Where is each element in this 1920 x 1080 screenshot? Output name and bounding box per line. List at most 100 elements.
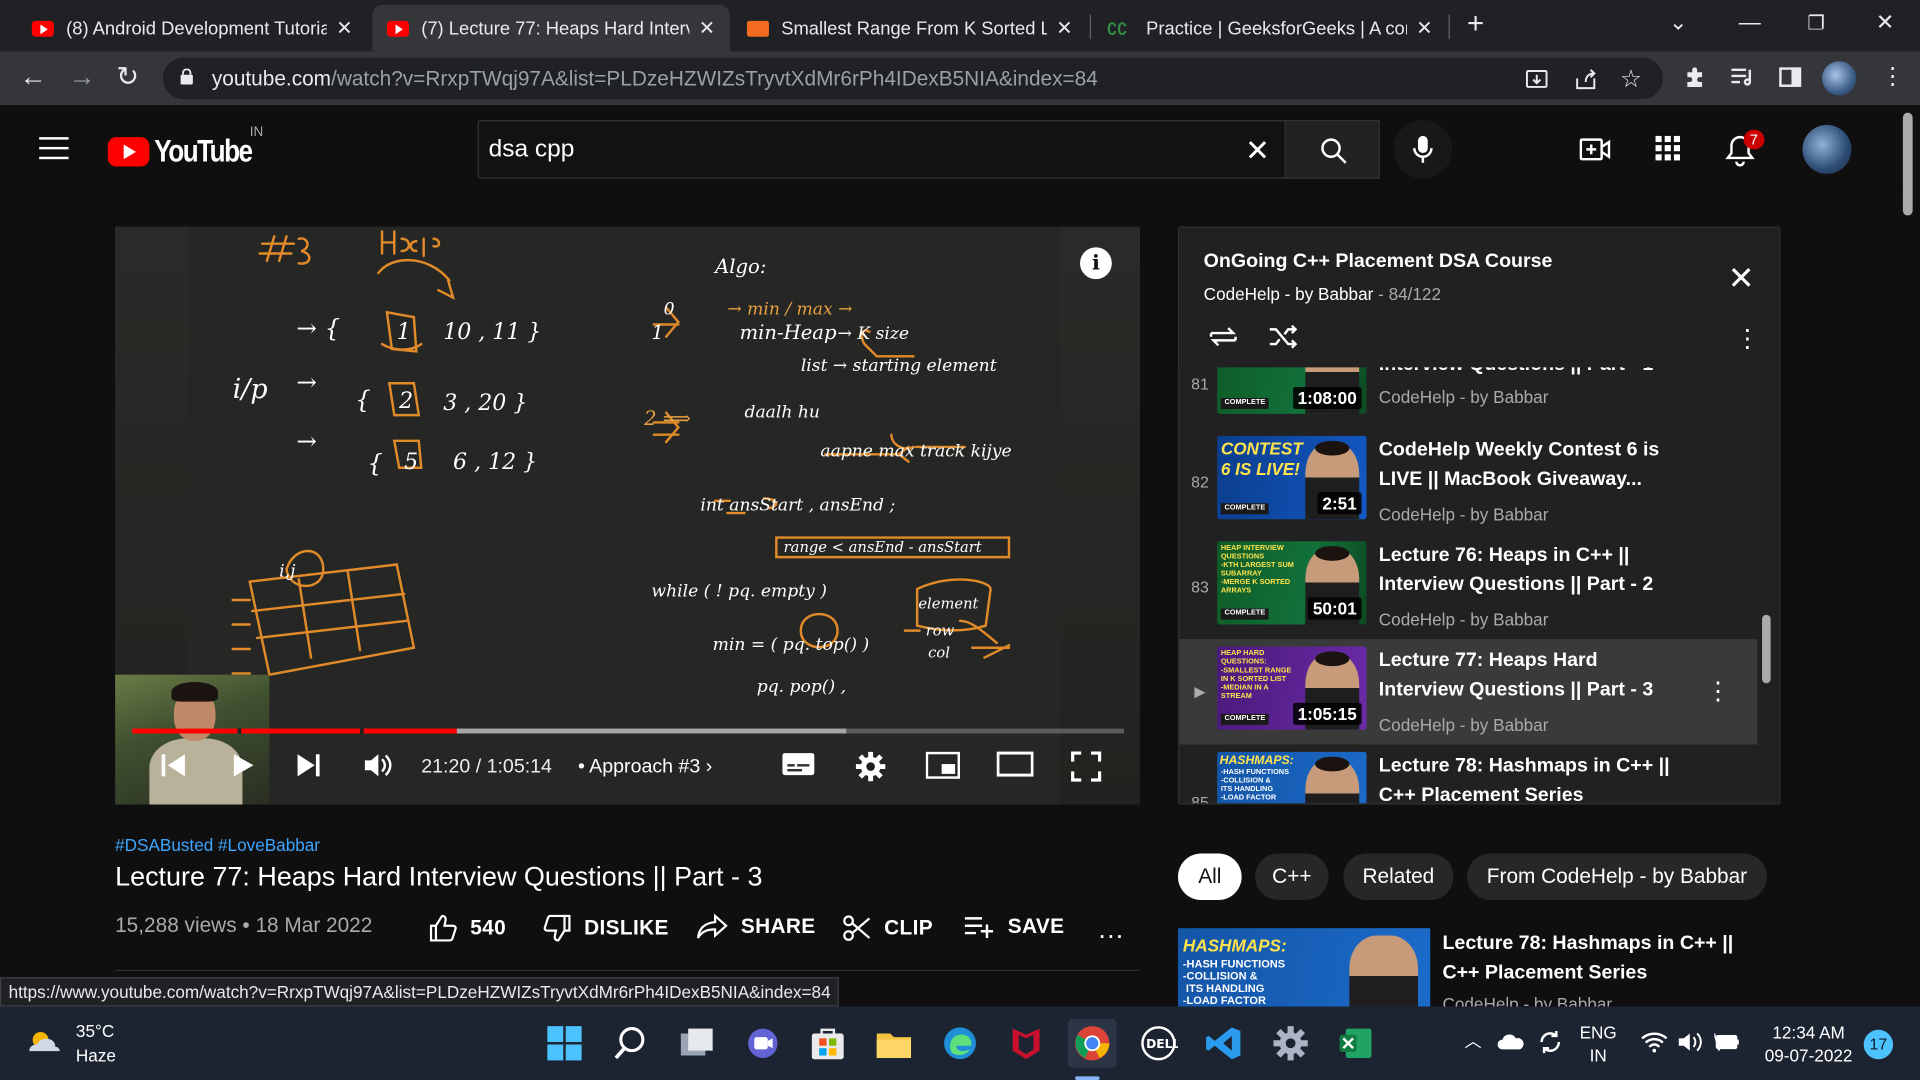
task-view-icon[interactable]	[677, 1024, 716, 1063]
close-icon[interactable]: ✕	[1056, 16, 1072, 40]
restore-icon[interactable]: ❐	[1807, 11, 1825, 35]
loop-icon[interactable]	[1206, 323, 1240, 350]
close-icon[interactable]: ✕	[1416, 16, 1432, 40]
share-page-icon[interactable]	[1573, 67, 1597, 91]
close-icon[interactable]: ✕	[699, 16, 715, 40]
video-player[interactable]: → { 10 , 11 } i/p → { 3 , 20 } → { 6 , 1…	[115, 226, 1141, 805]
side-panel-icon[interactable]	[1778, 65, 1802, 89]
reload-icon[interactable]: ↻	[116, 63, 139, 91]
svg-text:daalh hu: daalh hu	[744, 403, 819, 423]
youtube-logo[interactable]: YouTube IN	[107, 125, 273, 170]
volume-tray-icon[interactable]	[1678, 1031, 1705, 1053]
chip-related[interactable]: Related	[1343, 853, 1454, 901]
playlist-scrollbar[interactable]	[1762, 614, 1771, 684]
share-button[interactable]: SHARE	[696, 913, 816, 940]
svg-text:pq. pop() ,: pq. pop() ,	[757, 677, 846, 697]
playlist-item[interactable]: 85 HASHMAPS: -HASH FUNCTIONS -COLLISION &…	[1179, 744, 1757, 804]
file-explorer-icon[interactable]	[874, 1024, 913, 1063]
edge-browser-icon[interactable]	[940, 1024, 979, 1063]
tab-search-icon[interactable]: ⌄	[1669, 10, 1687, 36]
more-options-icon[interactable]: ⋮	[1735, 323, 1759, 354]
previous-icon[interactable]	[159, 751, 188, 780]
playlist-item-current[interactable]: ▶ HEAP HARD QUESTIONS: -SMALLEST RANGE IN …	[1179, 639, 1758, 745]
playlist-item[interactable]: 82 CONTEST 6 IS LIVE! COMPLETE 2:51 Code…	[1179, 429, 1757, 534]
address-bar[interactable]: youtube.com/watch?v=RrxpTWqj97A&list=PLD…	[162, 57, 1663, 100]
browser-tab[interactable]: ∁∁ Practice | GeeksforGeeks | A comp ✕	[1092, 5, 1447, 52]
item-more-icon[interactable]: ⋮	[1706, 676, 1730, 707]
shuffle-icon[interactable]	[1267, 323, 1299, 350]
play-icon[interactable]	[228, 751, 257, 780]
like-button[interactable]: 540	[429, 913, 506, 942]
browser-tab[interactable]: (8) Android Development Tutoria ✕	[17, 5, 367, 52]
profile-avatar[interactable]	[1822, 61, 1857, 96]
extensions-icon[interactable]	[1682, 65, 1706, 89]
hashtags[interactable]: #DSABusted #LoveBabbar	[115, 835, 320, 855]
excel-icon[interactable]	[1336, 1024, 1375, 1063]
window-close-icon[interactable]: ✕	[1876, 10, 1894, 36]
subtitles-icon[interactable]	[781, 751, 815, 778]
sync-icon[interactable]	[1537, 1029, 1564, 1056]
media-control-icon[interactable]	[1729, 65, 1756, 89]
forward-icon[interactable]: →	[69, 63, 96, 91]
install-icon[interactable]	[1525, 67, 1549, 91]
playlist-channel[interactable]: CodeHelp - by Babbar	[1204, 284, 1374, 304]
notification-center-badge[interactable]: 17	[1863, 1029, 1894, 1060]
clear-search-icon[interactable]: ✕	[1245, 133, 1270, 169]
bookmark-star-icon[interactable]: ☆	[1620, 64, 1642, 95]
close-icon[interactable]: ✕	[336, 16, 352, 40]
clip-button[interactable]: CLIP	[842, 913, 933, 942]
dislike-button[interactable]: DISLIKE	[542, 913, 668, 942]
browser-menu-icon[interactable]: ⋮	[1881, 64, 1904, 89]
back-icon[interactable]: ←	[20, 63, 47, 91]
microsoft-store-icon[interactable]	[808, 1024, 847, 1063]
chip-from-channel[interactable]: From CodeHelp - by Babbar	[1466, 853, 1767, 901]
playlist-item[interactable]: 83 HEAP INTERVIEW QUESTIONS -KTH LARGEST …	[1179, 534, 1757, 639]
chrome-taskbar-button[interactable]	[1067, 1018, 1117, 1080]
related-video-title[interactable]: Lecture 78: Hashmaps in C++ || C++ Place…	[1442, 929, 1760, 988]
fullscreen-icon[interactable]	[1070, 751, 1102, 783]
chip-all[interactable]: All	[1177, 853, 1242, 901]
show-hidden-icons[interactable]: ︿	[1465, 1029, 1482, 1053]
search-input[interactable]: dsa cpp	[489, 136, 575, 164]
search-box[interactable]: dsa cpp ✕	[477, 120, 1286, 179]
onedrive-icon[interactable]	[1497, 1033, 1525, 1050]
browser-tab-active[interactable]: (7) Lecture 77: Heaps Hard Interv ✕	[372, 4, 730, 52]
teams-chat-icon[interactable]	[743, 1024, 782, 1063]
chapter-title[interactable]: • Approach #3 ›	[578, 757, 712, 779]
dell-icon[interactable]: DELL	[1139, 1024, 1178, 1063]
voice-search-button[interactable]	[1393, 120, 1453, 179]
wifi-icon[interactable]	[1641, 1031, 1668, 1053]
weather-widget[interactable]: 35°C Haze	[24, 1019, 116, 1068]
theater-mode-icon[interactable]	[996, 751, 1034, 778]
minimize-icon[interactable]: —	[1739, 10, 1761, 36]
language-indicator[interactable]: ENG IN	[1580, 1021, 1617, 1068]
progress-bar[interactable]	[132, 728, 1125, 734]
settings-icon[interactable]	[1271, 1024, 1310, 1063]
volume-icon[interactable]	[362, 751, 394, 780]
apps-grid-icon[interactable]	[1654, 135, 1681, 162]
video-thumbnail: HEAP HARD QUESTIONS: -SMALLEST RANGE IN K …	[1217, 646, 1367, 730]
info-icon[interactable]: i	[1080, 247, 1112, 280]
battery-icon[interactable]	[1714, 1031, 1741, 1053]
account-avatar[interactable]	[1802, 124, 1852, 174]
menu-icon[interactable]	[39, 137, 69, 166]
next-icon[interactable]	[294, 751, 323, 780]
mcafee-icon[interactable]	[1007, 1024, 1046, 1063]
search-button[interactable]	[1284, 120, 1381, 179]
windows-start-icon[interactable]	[545, 1024, 584, 1063]
browser-tab[interactable]: Smallest Range From K Sorted Li ✕	[732, 5, 1087, 52]
vscode-icon[interactable]	[1205, 1024, 1244, 1063]
clock[interactable]: 12:34 AM 09-07-2022	[1758, 1021, 1858, 1068]
page-scrollbar[interactable]	[1897, 105, 1920, 1007]
settings-gear-icon[interactable]	[855, 751, 887, 783]
new-tab-button[interactable]: +	[1467, 7, 1484, 41]
chip-cpp[interactable]: C++	[1255, 853, 1329, 901]
related-video-thumbnail[interactable]: HASHMAPS: -HASH FUNCTIONS -COLLISION & I…	[1177, 928, 1431, 1012]
save-button[interactable]: SAVE	[964, 913, 1065, 940]
search-icon[interactable]	[611, 1024, 650, 1063]
more-actions-icon[interactable]: ...	[1098, 913, 1124, 945]
close-icon[interactable]: ✕	[1728, 262, 1755, 294]
create-video-icon[interactable]	[1579, 135, 1612, 164]
miniplayer-icon[interactable]	[925, 751, 961, 780]
playlist-title[interactable]: OnGoing C++ Placement DSA Course	[1204, 251, 1553, 273]
